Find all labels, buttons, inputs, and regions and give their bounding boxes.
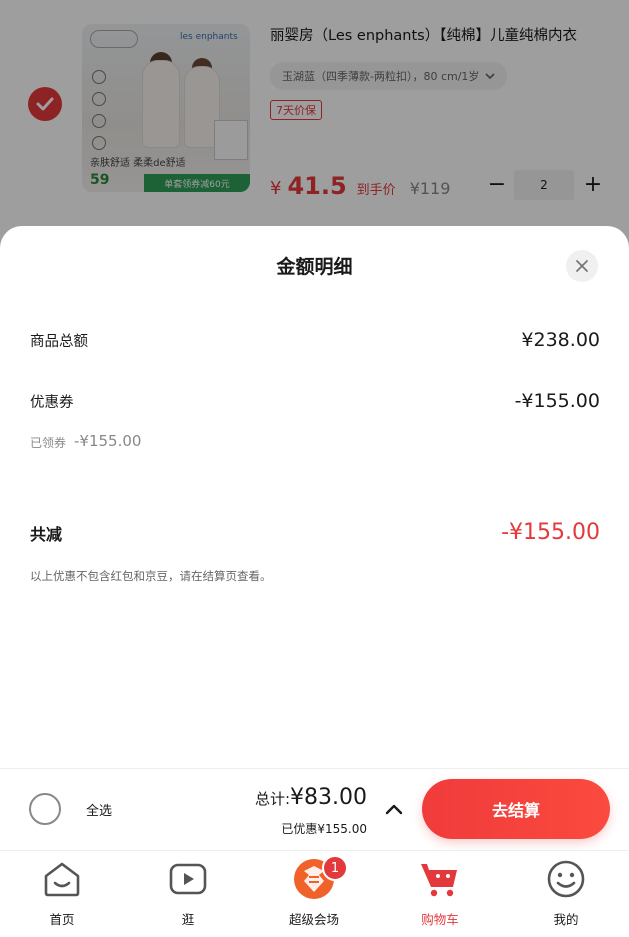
discount-summary: 已优惠¥155.00 <box>281 822 367 836</box>
tab-label-cart: 购物车 <box>421 912 459 927</box>
checkout-bar: 全选 总计: ¥83.00 已优惠¥155.00 去结算 <box>0 768 629 850</box>
total-row: 总计: ¥83.00 <box>255 785 367 810</box>
claimed-coupon-label: 已领券 <box>30 436 67 450</box>
close-button[interactable] <box>566 250 598 282</box>
tab-home[interactable]: 首页 <box>17 857 107 935</box>
bottom-tab-bar: 首页 逛 1 超级会场 购物车 我的 <box>0 850 629 937</box>
total-prefix: 总计: <box>254 790 291 808</box>
tab-super-venue[interactable]: 1 超级会场 <box>269 855 359 935</box>
total-reduction-value: -¥155.00 <box>501 520 600 545</box>
home-icon <box>40 857 84 901</box>
amount-detail-sheet: 金额明细 商品总额 ¥238.00 优惠券 -¥155.00 已领券 -¥155… <box>0 226 629 768</box>
checkout-button[interactable]: 去结算 <box>422 779 610 839</box>
tab-label-home: 首页 <box>49 912 75 927</box>
cart-icon <box>418 857 462 901</box>
select-all-checkbox[interactable] <box>29 793 61 825</box>
video-play-icon <box>166 857 210 901</box>
total-amount: ¥83.00 <box>290 785 367 810</box>
total-reduction-label: 共减 <box>30 525 63 544</box>
tab-label-profile: 我的 <box>553 912 579 927</box>
goods-total-value: ¥238.00 <box>521 329 600 351</box>
coupon-value: -¥155.00 <box>514 390 600 412</box>
claimed-coupon-value: -¥155.00 <box>74 432 142 450</box>
modal-overlay[interactable] <box>0 0 629 250</box>
coupon-label: 优惠券 <box>30 395 74 411</box>
goods-total-label: 商品总额 <box>30 334 88 350</box>
tab-label-browse: 逛 <box>181 912 195 927</box>
select-all-label[interactable]: 全选 <box>86 800 112 819</box>
super-venue-icon: 1 <box>292 855 348 901</box>
notification-badge: 1 <box>322 855 348 881</box>
chevron-up-icon[interactable] <box>384 801 404 817</box>
tab-browse[interactable]: 逛 <box>143 857 233 935</box>
tab-profile[interactable]: 我的 <box>521 857 611 935</box>
tab-cart[interactable]: 购物车 <box>395 857 485 935</box>
discount-note: 以上优惠不包含红包和京豆，请在结算页查看。 <box>30 569 272 583</box>
sheet-title: 金额明细 <box>276 256 353 278</box>
profile-face-icon <box>544 857 588 901</box>
close-icon <box>576 260 588 272</box>
tab-label-super-venue: 超级会场 <box>288 912 339 927</box>
